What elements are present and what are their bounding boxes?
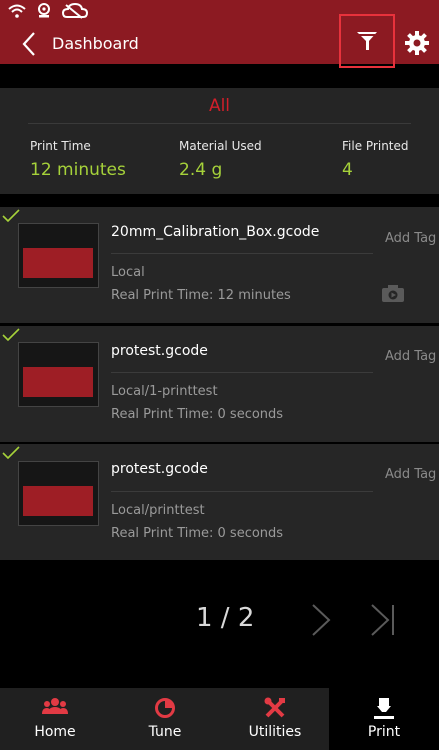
users-icon: [42, 698, 68, 714]
job-print-time: Real Print Time: 0 seconds: [111, 407, 284, 422]
job-file-name: 20mm_Calibration_Box.gcode: [111, 224, 320, 240]
check-icon: [2, 209, 20, 223]
job-source: Local/printtest: [111, 503, 205, 518]
job-file-name: protest.gcode: [111, 343, 208, 359]
back-icon[interactable]: [18, 30, 46, 58]
card-divider: [111, 372, 373, 373]
summary-divider: [28, 123, 411, 124]
job-print-time: Real Print Time: 12 minutes: [111, 288, 291, 303]
stat-print-time-value: 12 minutes: [30, 160, 126, 180]
nav-print-label: Print: [367, 724, 401, 740]
card-divider: [111, 253, 373, 254]
nozzle-icon: [374, 698, 394, 719]
job-print-time: Real Print Time: 0 seconds: [111, 526, 284, 541]
nav-utilities-label: Utilities: [248, 724, 302, 740]
stat-print-time-label: Print Time: [30, 139, 91, 153]
tools-icon: [264, 697, 285, 718]
last-page-icon[interactable]: [370, 603, 396, 637]
stat-files-value: 4: [342, 160, 353, 180]
page-indicator: 1 / 2: [196, 603, 255, 633]
nav-home[interactable]: Home: [0, 688, 110, 750]
stat-material-label: Material Used: [179, 139, 262, 153]
nav-utilities[interactable]: Utilities: [220, 688, 330, 750]
pie-icon: [155, 698, 175, 718]
add-tag-button[interactable]: Add Tag: [385, 349, 436, 364]
job-source: Local/1-printtest: [111, 384, 218, 399]
card-divider: [111, 491, 373, 492]
stat-material-value: 2.4 g: [179, 160, 223, 180]
webcam-icon: [38, 3, 50, 18]
add-tag-button[interactable]: Add Tag: [385, 231, 436, 246]
next-page-icon[interactable]: [310, 603, 332, 637]
cloud-off-icon: [62, 3, 88, 19]
gear-icon[interactable]: [404, 30, 430, 56]
nav-print[interactable]: Print: [329, 688, 439, 750]
model-preview: [23, 248, 93, 278]
page-title: Dashboard: [52, 34, 139, 53]
model-preview: [23, 486, 93, 516]
wifi-icon: [8, 4, 26, 18]
status-bar: [8, 2, 88, 20]
stat-files-label: File Printed: [342, 139, 409, 153]
filter-all-label[interactable]: All: [0, 96, 439, 116]
nav-tune-label: Tune: [148, 724, 182, 740]
nav-home-label: Home: [34, 724, 76, 740]
model-preview: [23, 367, 93, 397]
filter-icon: [357, 32, 377, 50]
check-icon: [2, 446, 20, 460]
nav-tune[interactable]: Tune: [110, 688, 220, 750]
job-file-name: protest.gcode: [111, 461, 208, 477]
check-icon: [2, 328, 20, 342]
job-source: Local: [111, 265, 145, 280]
timelapse-video-icon[interactable]: [381, 283, 405, 303]
add-tag-button[interactable]: Add Tag: [385, 467, 436, 482]
